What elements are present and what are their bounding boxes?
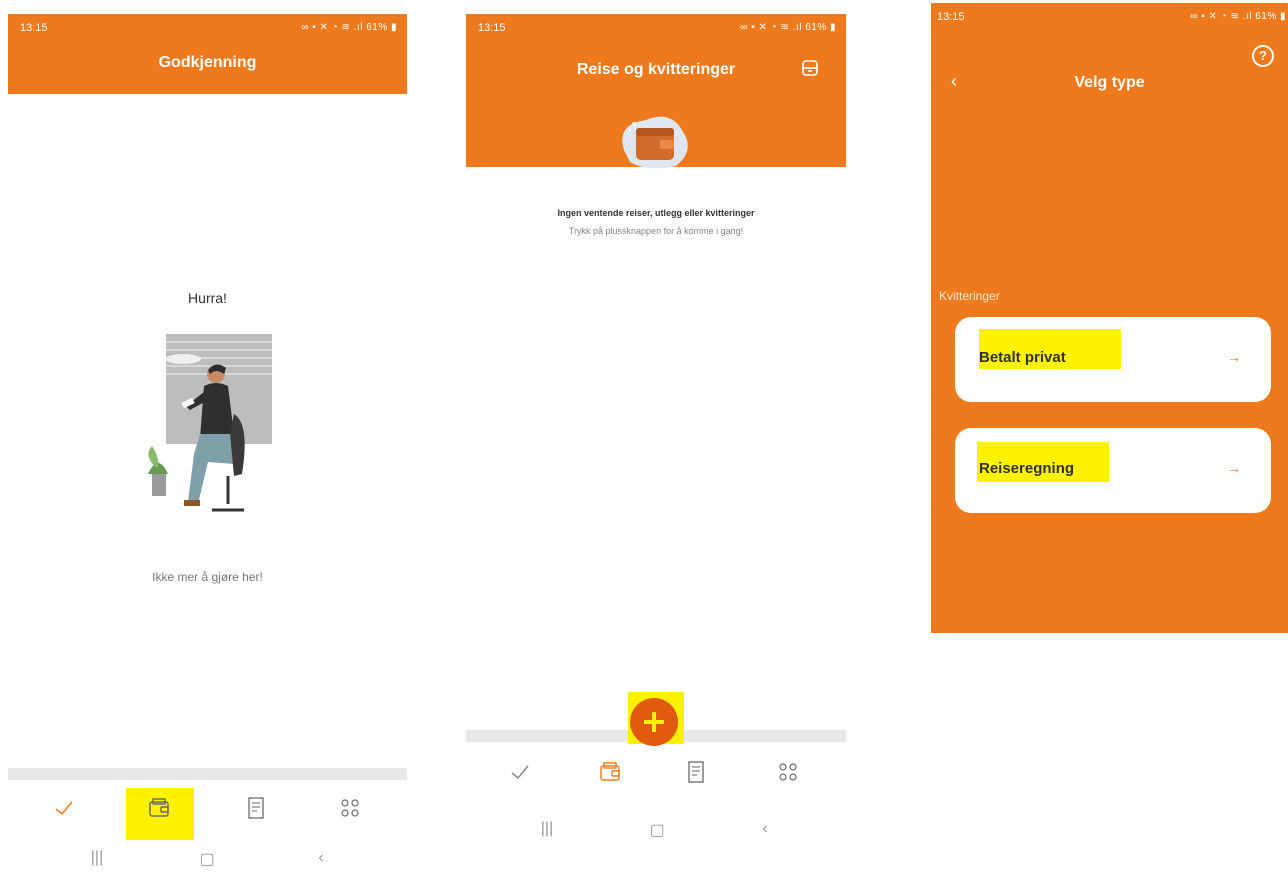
back-icon[interactable]: ‹	[306, 849, 336, 867]
option-betalt-privat[interactable]: Betalt privat →	[955, 317, 1271, 402]
empty-state-subtitle: Trykk på plussknappen for å komme i gang…	[568, 226, 744, 236]
battery-level: 61%	[805, 22, 827, 33]
bottom-tab-bar	[466, 752, 846, 802]
apps-grid-icon	[341, 799, 359, 817]
tab-wallet[interactable]	[590, 752, 630, 792]
tab-approvals[interactable]	[500, 752, 540, 792]
status-bar: 13:15 ∞ ▪ ✕ ◔ ≋ .ıl 61% ▮	[8, 14, 407, 40]
status-time: 13:15	[937, 11, 965, 23]
screen-godkjenning: 13:15 ∞ ▪ ✕ ◔ ≋ .ıl 61% ▮ Godkjenning Hu…	[8, 14, 407, 881]
status-time: 13:15	[478, 22, 506, 34]
check-icon	[511, 765, 529, 780]
home-icon[interactable]: ▢	[192, 849, 222, 869]
status-icons: ∞ ▪ ✕ ◔ ≋ .ıl 61% ▮	[740, 22, 836, 33]
home-icon[interactable]: ▢	[642, 820, 672, 840]
bottom-tab-bar	[8, 788, 407, 840]
arrow-right-icon: →	[1227, 349, 1241, 365]
archive-icon[interactable]	[800, 58, 820, 78]
tab-wallet[interactable]	[139, 788, 179, 828]
status-icons: ∞ ▪ ✕ ◔ ≋ .ıl 61% ▮	[1190, 11, 1286, 22]
receipt-icon	[688, 761, 704, 783]
battery-level: 61%	[1255, 11, 1277, 22]
battery-level: 61%	[366, 22, 388, 33]
recent-apps-icon[interactable]: |||	[532, 820, 562, 838]
status-bar: 13:15 ∞ ▪ ✕ ◔ ≋ .ıl 61% ▮	[466, 14, 846, 40]
tab-receipts[interactable]	[676, 752, 716, 792]
tab-receipts[interactable]	[236, 788, 276, 828]
screen-reise-og-kvitteringer: 13:15 ∞ ▪ ✕ ◔ ≋ .ıl 61% ▮ Reise og kvitt…	[466, 14, 846, 860]
page-title: Reise og kvitteringer	[576, 61, 736, 78]
wallet-icon	[600, 762, 620, 781]
empty-state-title: Ingen ventende reiser, utlegg eller kvit…	[557, 208, 755, 218]
status-time: 13:15	[20, 22, 48, 34]
wallet-illustration	[622, 116, 688, 169]
recent-apps-icon[interactable]: |||	[82, 849, 112, 867]
tab-approvals[interactable]	[44, 788, 84, 828]
empty-heading: Hurra!	[188, 290, 227, 306]
back-icon[interactable]: ‹	[750, 820, 780, 838]
option-label: Betalt privat	[979, 349, 1066, 366]
option-label: Reiseregning	[979, 460, 1075, 477]
person-sitting-illustration	[148, 334, 272, 512]
help-icon[interactable]: ?	[1252, 45, 1274, 67]
page-title: Godkjenning	[158, 54, 257, 71]
header: 13:15 ∞ ▪ ✕ ◔ ≋ .ıl 61% ▮ Reise og kvitt…	[466, 14, 846, 169]
option-reiseregning[interactable]: Reiseregning →	[955, 428, 1271, 513]
plus-icon	[644, 712, 664, 732]
check-icon	[55, 801, 73, 816]
add-button[interactable]	[630, 698, 678, 746]
header: 13:15 ∞ ▪ ✕ ◔ ≋ .ıl 61% ▮ Godkjenning	[8, 14, 407, 94]
tabbar-divider	[8, 768, 407, 780]
section-label: Kvitteringer	[939, 289, 1000, 303]
arrow-right-icon: →	[1227, 460, 1241, 476]
tab-more[interactable]	[330, 788, 370, 828]
empty-message: Ikke mer å gjøre her!	[152, 570, 263, 584]
apps-grid-icon	[779, 763, 797, 781]
system-nav-bar: ||| ▢ ‹	[8, 847, 407, 877]
receipt-icon	[248, 797, 264, 819]
wallet-icon	[149, 798, 169, 817]
tab-more[interactable]	[768, 752, 808, 792]
system-nav-bar: ||| ▢ ‹	[466, 818, 846, 848]
page-title: Velg type	[1074, 74, 1145, 91]
screen-velg-type: 13:15 ∞ ▪ ✕ ◔ ≋ .ıl 61% ▮ ‹ Velg type ? …	[931, 3, 1288, 633]
status-icons: ∞ ▪ ✕ ◔ ≋ .ıl 61% ▮	[301, 22, 397, 33]
status-bar: 13:15 ∞ ▪ ✕ ◔ ≋ .ıl 61% ▮	[931, 3, 1288, 29]
